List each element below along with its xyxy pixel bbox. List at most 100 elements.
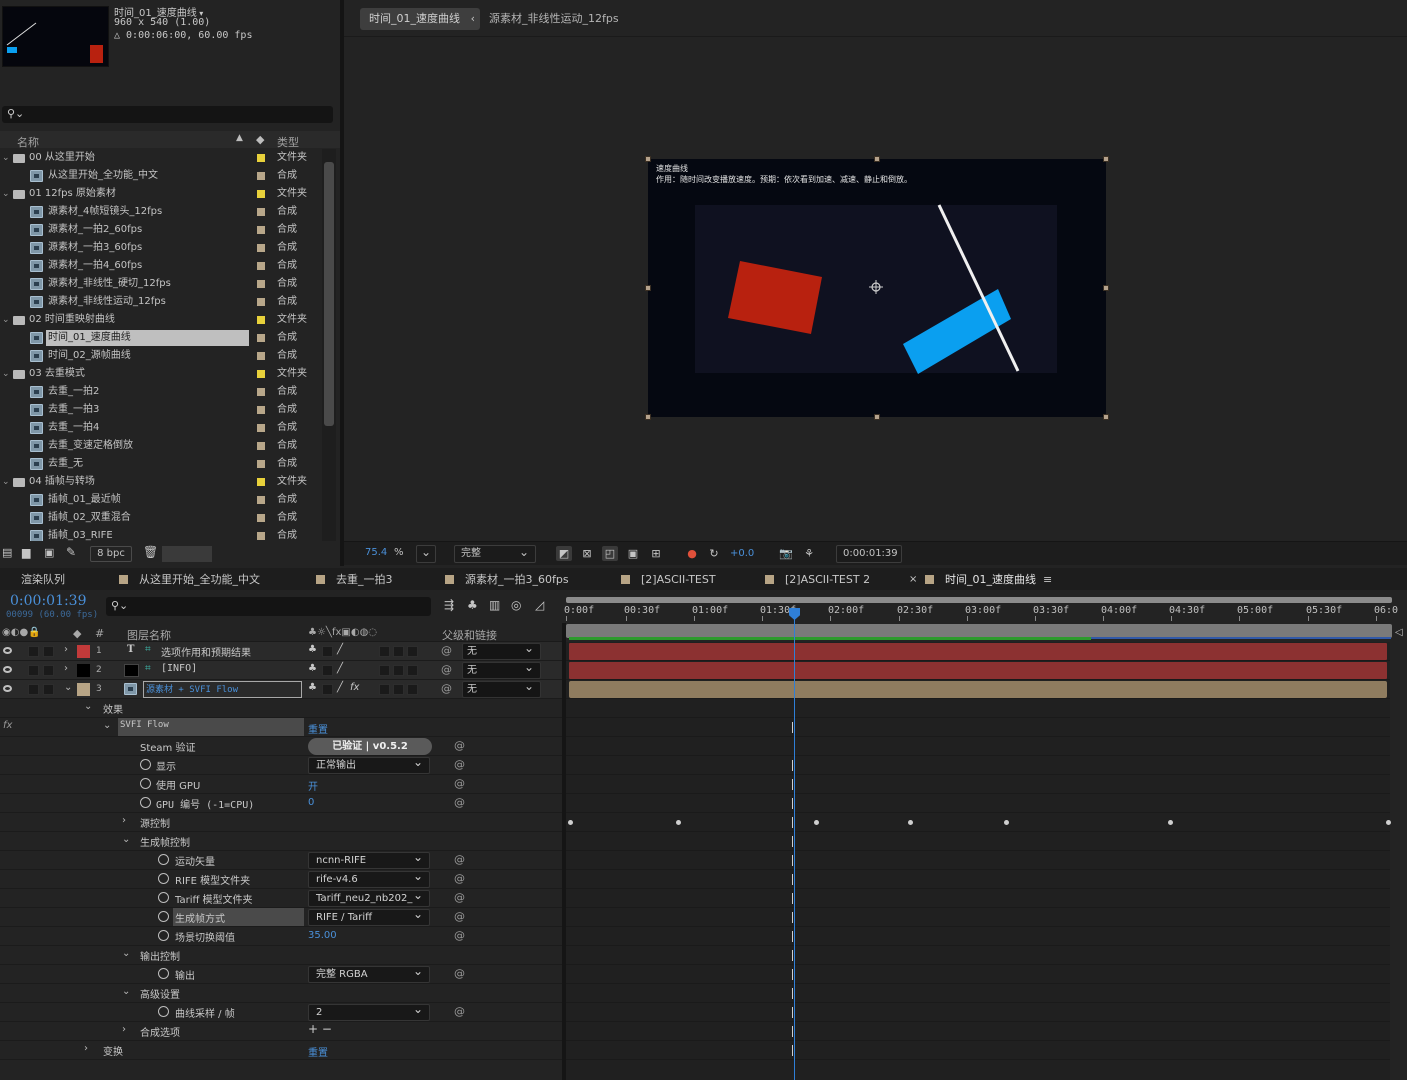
project-comp-row[interactable]: 去重_一拍4 合成 xyxy=(0,419,322,437)
transparency-grid-icon[interactable]: ⊠ xyxy=(579,546,595,561)
adjustment-switch[interactable] xyxy=(407,646,418,657)
property-dropdown[interactable]: rife-v4.6 xyxy=(308,871,430,888)
stopwatch-icon[interactable] xyxy=(158,873,169,884)
expression-pickwhip-icon[interactable]: @ xyxy=(454,872,465,885)
layer-duration-bar[interactable] xyxy=(569,662,1387,679)
keyframe-dot[interactable] xyxy=(1386,820,1391,825)
layer-label-color[interactable] xyxy=(77,664,90,677)
property-row[interactable]: 场景切换阈值 35.00 @ xyxy=(0,927,562,946)
fx-switch-icon[interactable]: fx xyxy=(350,682,359,693)
chevron-down-icon[interactable]: ⌄ xyxy=(122,834,130,845)
expression-pickwhip-icon[interactable]: @ xyxy=(454,758,465,771)
label-color-swatch[interactable] xyxy=(257,226,265,234)
property-dropdown[interactable]: RIFE / Tariff xyxy=(308,909,430,926)
layer-track[interactable] xyxy=(566,642,1390,661)
layer-duration-bar[interactable] xyxy=(569,643,1387,660)
project-comp-row[interactable]: 插帧_03_RIFE 合成 xyxy=(0,527,322,541)
transform-handle[interactable] xyxy=(874,156,880,162)
label-color-swatch[interactable] xyxy=(257,244,265,252)
stopwatch-icon[interactable] xyxy=(140,797,151,808)
project-comp-row[interactable]: 插帧_02_双重混合 合成 xyxy=(0,509,322,527)
project-comp-row[interactable]: 去重_一拍3 合成 xyxy=(0,401,322,419)
steam-verify-button[interactable]: 已验证 | v0.5.2 xyxy=(308,738,432,755)
playhead-line[interactable] xyxy=(794,608,795,1080)
column-name-header[interactable]: 名称 xyxy=(17,134,39,150)
frame-blend-switch[interactable] xyxy=(379,665,390,676)
label-color-swatch[interactable] xyxy=(257,190,265,198)
trash-icon[interactable]: 🗑 xyxy=(143,545,158,559)
project-comp-row[interactable]: 去重_无 合成 xyxy=(0,455,322,473)
expression-pickwhip-icon[interactable]: @ xyxy=(454,929,465,942)
project-folder-row[interactable]: ⌄ 03 去重模式 文件夹 xyxy=(0,365,322,383)
label-color-swatch[interactable] xyxy=(257,514,265,522)
column-parent-header[interactable]: 父级和链接 xyxy=(442,627,497,643)
label-color-swatch[interactable] xyxy=(257,478,265,486)
stopwatch-icon[interactable] xyxy=(158,968,169,979)
chevron-right-icon[interactable]: › xyxy=(64,644,68,655)
label-tag-icon[interactable]: ◆ xyxy=(73,627,81,640)
interpret-footage-icon[interactable]: ▤ xyxy=(2,546,12,559)
property-row[interactable]: ⌄ 生成帧控制 xyxy=(0,832,562,851)
stopwatch-icon[interactable] xyxy=(140,778,151,789)
adjustment-switch[interactable] xyxy=(407,665,418,676)
expression-pickwhip-icon[interactable]: @ xyxy=(454,777,465,790)
expression-pickwhip-icon[interactable]: @ xyxy=(454,891,465,904)
expression-pickwhip-icon[interactable]: @ xyxy=(454,853,465,866)
chevron-down-icon[interactable]: ⌄ xyxy=(2,186,12,202)
property-dropdown[interactable]: ncnn-RIFE xyxy=(308,852,430,869)
shy-switch-icon[interactable]: ♣ xyxy=(308,644,317,655)
stopwatch-icon[interactable] xyxy=(158,892,169,903)
chevron-down-icon[interactable]: ⌄ xyxy=(122,986,130,997)
chevron-down-icon[interactable]: ⌄ xyxy=(103,720,111,731)
chevron-right-icon[interactable]: › xyxy=(122,1024,126,1035)
transform-handle[interactable] xyxy=(1103,285,1109,291)
label-color-swatch[interactable] xyxy=(257,496,265,504)
property-row[interactable]: 曲线采样 / 帧 2 @ xyxy=(0,1003,562,1022)
zoom-dropdown[interactable]: ⌄ xyxy=(416,545,436,563)
property-row[interactable]: 运动矢量 ncnn-RIFE @ xyxy=(0,851,562,870)
layer-label-color[interactable] xyxy=(77,645,90,658)
project-comp-row[interactable]: 从这里开始_全功能_中文 合成 xyxy=(0,167,322,185)
property-value[interactable]: 35.00 xyxy=(308,930,337,941)
project-scroll-thumb[interactable] xyxy=(324,162,334,426)
project-comp-row[interactable]: 去重_一拍2 合成 xyxy=(0,383,322,401)
timeline-tab[interactable]: 源素材_一拍3_60fps xyxy=(445,572,569,588)
reset-exposure-icon[interactable]: ↻ xyxy=(706,546,722,561)
motion-blur-switch[interactable] xyxy=(393,684,404,695)
project-comp-row[interactable]: 去重_变速定格倒放 合成 xyxy=(0,437,322,455)
breadcrumb-active-comp[interactable]: 时间_01_速度曲线 ‹ xyxy=(360,8,480,30)
chevron-down-icon[interactable]: ⌄ xyxy=(2,312,12,328)
stopwatch-icon[interactable] xyxy=(158,854,169,865)
chevron-down-icon[interactable]: ⌄ xyxy=(84,701,92,712)
label-color-swatch[interactable] xyxy=(257,460,265,468)
shy-switch-icon[interactable]: ♣ xyxy=(308,663,317,674)
property-row[interactable]: fx ⌄ SVFI Flow 重置 xyxy=(0,718,562,737)
column-layer-name-header[interactable]: 图层名称 xyxy=(127,627,171,643)
frame-blend-switch[interactable] xyxy=(379,646,390,657)
label-color-swatch[interactable] xyxy=(257,208,265,216)
property-row[interactable]: Tariff 模型文件夹 Tariff_neu2_nb202_ @ xyxy=(0,889,562,908)
project-search-input[interactable]: ⚲⌄ xyxy=(2,106,333,123)
motion-blur-icon[interactable]: ◎ xyxy=(511,598,521,612)
label-color-swatch[interactable] xyxy=(257,262,265,270)
layer-duration-bar[interactable] xyxy=(569,681,1387,698)
label-color-swatch[interactable] xyxy=(257,172,265,180)
layer-track[interactable] xyxy=(566,680,1390,699)
label-color-swatch[interactable] xyxy=(257,370,265,378)
project-comp-row[interactable]: 时间_01_速度曲线 合成 xyxy=(0,329,322,347)
label-color-swatch[interactable] xyxy=(257,442,265,450)
transform-handle[interactable] xyxy=(645,414,651,420)
transform-handle[interactable] xyxy=(1103,156,1109,162)
stopwatch-icon[interactable] xyxy=(158,911,169,922)
resolution-dropdown[interactable]: 完整 ⌄ xyxy=(454,545,536,563)
shy-switch-icon[interactable]: ♣ xyxy=(308,682,317,693)
label-color-swatch[interactable] xyxy=(257,280,265,288)
label-color-swatch[interactable] xyxy=(257,406,265,414)
project-folder-row[interactable]: ⌄ 04 插帧与转场 文件夹 xyxy=(0,473,322,491)
transform-handle[interactable] xyxy=(645,285,651,291)
layer-name[interactable]: 源素材 + SVFI Flow xyxy=(146,682,238,695)
transform-handle[interactable] xyxy=(1103,414,1109,420)
label-color-swatch[interactable] xyxy=(257,298,265,306)
motion-blur-switch[interactable] xyxy=(393,646,404,657)
viewer-timecode[interactable]: 0:00:01:39 xyxy=(836,545,902,563)
